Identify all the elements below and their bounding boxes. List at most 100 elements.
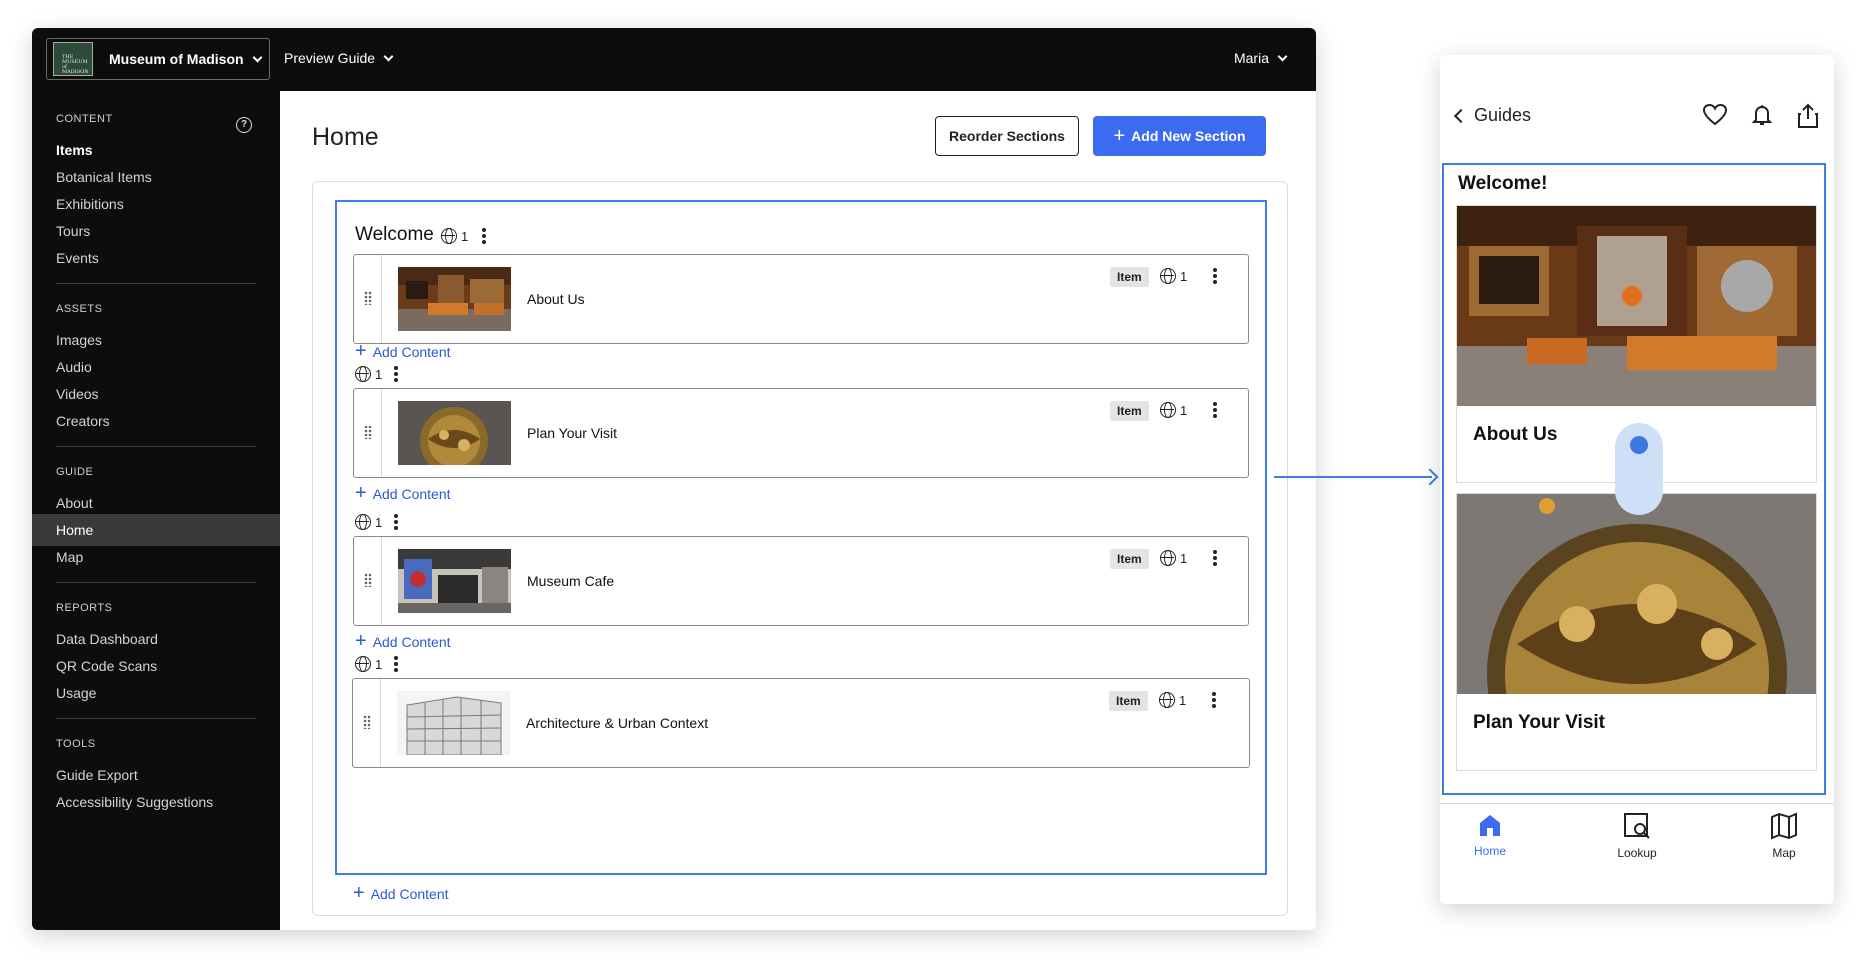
org-selector[interactable]: THE MUSEUM of MADISON Museum of Madison	[46, 38, 270, 80]
lookup-icon	[1624, 813, 1650, 839]
card-title: Plan Your Visit	[527, 425, 618, 441]
language-count: 1	[461, 228, 469, 244]
mobile-card-image	[1457, 206, 1816, 406]
row-more-icon[interactable]	[394, 366, 399, 382]
heart-icon[interactable]	[1702, 103, 1728, 134]
mobile-card-image	[1457, 494, 1816, 694]
item-type-badge: Item	[1110, 549, 1149, 569]
add-new-section-label: Add New Section	[1131, 128, 1246, 144]
tab-home[interactable]: Home	[1440, 812, 1540, 858]
content-card[interactable]: Plan Your Visit Item 1	[353, 388, 1249, 478]
preview-guide-menu[interactable]: Preview Guide	[284, 50, 394, 66]
card-meta: 1	[1160, 550, 1218, 566]
card-title: About Us	[527, 291, 585, 307]
card-more-icon[interactable]	[1213, 550, 1218, 566]
preview-guide-label: Preview Guide	[284, 50, 376, 66]
add-new-section-button[interactable]: + Add New Section	[1093, 116, 1266, 156]
sidebar: CONTENT ? Items Botanical Items Exhibiti…	[32, 91, 280, 930]
bell-icon[interactable]	[1750, 103, 1774, 134]
card-meta: 1	[1159, 692, 1217, 708]
sidebar-group-tools: TOOLS	[56, 738, 96, 750]
user-menu[interactable]: Maria	[1234, 50, 1288, 66]
sidebar-group-assets: ASSETS	[56, 303, 103, 315]
content-card[interactable]: Architecture & Urban Context Item 1	[352, 678, 1250, 768]
sidebar-item-accessibility-suggestions[interactable]: Accessibility Suggestions	[32, 786, 280, 818]
mobile-header: Guides	[1440, 95, 1834, 141]
sidebar-item-map[interactable]: Map	[32, 541, 280, 573]
row-meta: 1	[355, 366, 399, 382]
map-icon	[1771, 812, 1797, 840]
share-icon[interactable]	[1796, 103, 1820, 134]
card-meta: 1	[1160, 402, 1218, 418]
chevron-down-icon	[383, 51, 394, 61]
add-content-button[interactable]: + Add Content	[355, 630, 451, 653]
section-title: Welcome	[355, 224, 434, 246]
row-more-icon[interactable]	[394, 514, 399, 530]
language-count: 1	[1179, 692, 1187, 708]
plus-icon: +	[1113, 124, 1126, 147]
card-thumbnail-museum-cafe	[398, 549, 511, 613]
help-icon[interactable]: ?	[236, 117, 252, 133]
mobile-card-plan-your-visit[interactable]: Plan Your Visit	[1456, 493, 1817, 771]
reorder-sections-button[interactable]: Reorder Sections	[935, 116, 1079, 156]
add-content-button[interactable]: + Add Content	[355, 482, 451, 505]
card-thumbnail-about-us	[398, 267, 511, 331]
card-meta: 1	[1160, 268, 1218, 284]
drag-handle-icon[interactable]	[354, 537, 382, 625]
plus-icon: +	[355, 482, 367, 504]
drag-handle-icon[interactable]	[354, 255, 382, 343]
mobile-section-welcome[interactable]: Welcome! About Us Plan Your Visit	[1442, 163, 1826, 795]
add-content-label: Add Content	[372, 633, 451, 650]
row-more-icon[interactable]	[394, 656, 399, 672]
sidebar-group-reports: REPORTS	[56, 602, 113, 614]
section-more-icon[interactable]	[482, 228, 487, 244]
mobile-tab-bar: Home Lookup Map	[1440, 803, 1834, 904]
drag-handle-icon[interactable]	[354, 389, 382, 477]
section-welcome[interactable]: Welcome 1 About Us Item 1 + Add Content …	[335, 200, 1267, 875]
sections-panel: Welcome 1 About Us Item 1 + Add Content …	[312, 181, 1288, 916]
mobile-header-actions	[1702, 103, 1820, 134]
chevron-left-icon	[1453, 108, 1469, 123]
page-title: Home	[312, 123, 379, 151]
tab-lookup[interactable]: Lookup	[1587, 812, 1687, 860]
tab-map[interactable]: Map	[1734, 812, 1834, 860]
mobile-preview: Guides Welcome! About Us Plan Your Visit…	[1440, 55, 1834, 904]
plus-icon: +	[355, 340, 367, 362]
globe-icon	[355, 366, 371, 382]
row-meta: 1	[355, 656, 399, 672]
sidebar-item-events[interactable]: Events	[32, 242, 280, 274]
language-count: 1	[375, 514, 383, 530]
chevron-down-icon	[252, 52, 263, 62]
drag-handle-icon[interactable]	[353, 679, 381, 767]
content-card[interactable]: About Us Item 1	[353, 254, 1249, 344]
chevron-down-icon	[1277, 51, 1288, 61]
cms-window: THE MUSEUM of MADISON Museum of Madison …	[32, 28, 1316, 930]
globe-icon	[1159, 692, 1175, 708]
card-more-icon[interactable]	[1213, 402, 1218, 418]
mobile-section-title: Welcome!	[1458, 173, 1548, 194]
globe-icon	[1160, 268, 1176, 284]
main-content: Home Reorder Sections + Add New Section …	[280, 91, 1316, 930]
item-type-badge: Item	[1109, 691, 1148, 711]
card-title: Architecture & Urban Context	[526, 715, 709, 731]
top-bar: THE MUSEUM of MADISON Museum of Madison …	[32, 28, 1316, 91]
add-content-button[interactable]: + Add Content	[355, 340, 451, 363]
content-card[interactable]: Museum Cafe Item 1	[353, 536, 1249, 626]
card-more-icon[interactable]	[1212, 692, 1217, 708]
mobile-card-title: Plan Your Visit	[1473, 712, 1605, 733]
sidebar-item-usage[interactable]: Usage	[32, 677, 280, 709]
org-name: Museum of Madison	[109, 51, 244, 67]
card-thumbnail-architecture	[397, 691, 510, 755]
tab-home-label: Home	[1473, 844, 1506, 858]
item-type-badge: Item	[1110, 401, 1149, 421]
language-count: 1	[1180, 268, 1188, 284]
globe-icon	[355, 514, 371, 530]
item-type-badge: Item	[1110, 267, 1149, 287]
card-more-icon[interactable]	[1213, 268, 1218, 284]
add-content-button[interactable]: + Add Content	[353, 882, 449, 905]
sidebar-item-creators[interactable]: Creators	[32, 405, 280, 437]
sidebar-group-content: CONTENT	[56, 113, 113, 125]
card-title: Museum Cafe	[527, 573, 615, 589]
back-button[interactable]: Guides	[1453, 105, 1531, 126]
sidebar-divider	[56, 718, 256, 719]
